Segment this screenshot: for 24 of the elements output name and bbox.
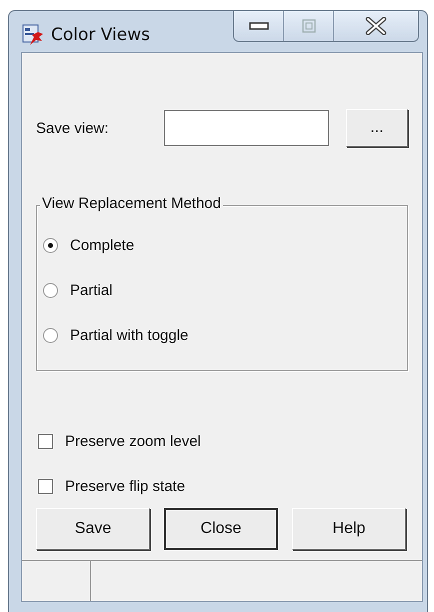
save-view-field[interactable] [164,110,329,146]
checkbox-label: Preserve flip state [65,478,186,495]
window-title: Color Views [51,24,150,44]
maximize-icon [302,19,316,33]
radio-label: Partial [70,282,113,299]
close-button[interactable] [334,11,418,41]
minimize-button[interactable] [234,11,284,41]
radio-button[interactable] [43,283,58,298]
checkbox[interactable] [38,434,53,449]
radio-label: Partial with toggle [70,327,188,344]
radio-button[interactable] [43,328,58,343]
save-view-label: Save view: [36,120,110,136]
checkbox-label: Preserve zoom level [65,433,201,450]
group-title: View Replacement Method [40,195,223,212]
minimize-icon [248,21,268,31]
dialog-button[interactable]: Save [36,508,150,550]
close-icon [365,17,387,35]
radio-button[interactable] [43,238,58,253]
browse-button[interactable]: ... [346,109,408,147]
radio-label: Complete [70,237,134,254]
dialog-button[interactable]: Help [292,508,406,550]
dialog-button[interactable]: Close [164,508,278,550]
app-icon [21,22,45,46]
checkbox[interactable] [38,479,53,494]
